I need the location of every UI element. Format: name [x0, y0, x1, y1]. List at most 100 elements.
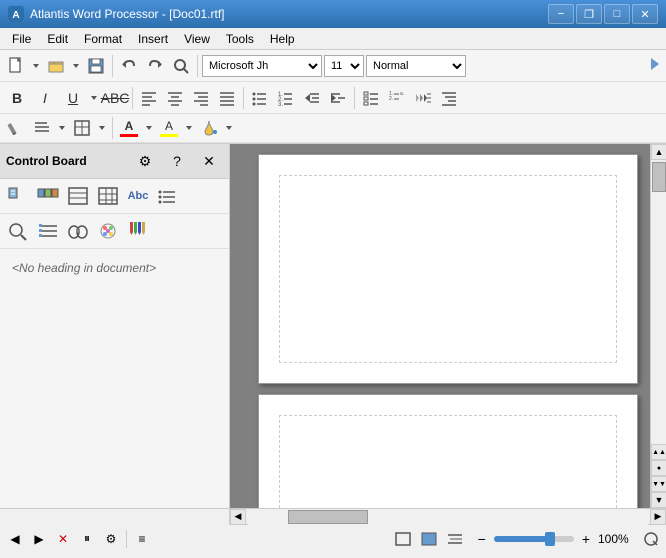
highlight-dropdown[interactable]: [183, 116, 195, 140]
scroll-up-button[interactable]: ▲: [651, 144, 666, 160]
titlebar: A Atlantis Word Processor - [Doc01.rtf] …: [0, 0, 666, 28]
numbered-list-button[interactable]: 1. 2. 3.: [274, 86, 298, 110]
menu-insert[interactable]: Insert: [130, 30, 176, 48]
cb-page-view-button[interactable]: [4, 183, 32, 209]
document-scroll-area[interactable]: [230, 144, 666, 508]
sb-stop-button[interactable]: ✕: [52, 529, 74, 549]
zoom-level-label: 100%: [598, 532, 634, 546]
font-size-select[interactable]: 11 8 9 10 12 14: [324, 55, 364, 77]
menu-view[interactable]: View: [176, 30, 218, 48]
justify-button[interactable]: [215, 86, 239, 110]
highlight-color-indicator: [160, 134, 178, 137]
open-dropdown[interactable]: [70, 54, 82, 78]
highlight-button[interactable]: A: [157, 116, 181, 140]
save-button[interactable]: [84, 54, 108, 78]
menu-format[interactable]: Format: [76, 30, 130, 48]
separator-3: [132, 87, 133, 109]
zoom-out-icon[interactable]: −: [478, 531, 486, 547]
control-board-title: Control Board: [6, 154, 87, 168]
para-marks-dropdown[interactable]: [56, 116, 68, 140]
menu-edit[interactable]: Edit: [39, 30, 76, 48]
restore-button[interactable]: ❐: [576, 4, 602, 24]
format-toolbar-extra[interactable]: [70, 116, 94, 140]
indent-increase-button[interactable]: [326, 86, 350, 110]
close-button[interactable]: ✕: [632, 4, 658, 24]
bold-button[interactable]: B: [4, 86, 30, 110]
sb-back-button[interactable]: ◀: [4, 529, 26, 549]
bullet-list-button[interactable]: [248, 86, 272, 110]
zoom-in-icon[interactable]: +: [582, 531, 590, 547]
scroll-center-button[interactable]: ●: [651, 460, 666, 476]
menu-file[interactable]: File: [4, 30, 39, 48]
new-dropdown[interactable]: [30, 54, 42, 78]
underline-dropdown[interactable]: [88, 86, 100, 110]
para-marks-button[interactable]: [30, 116, 54, 140]
hscroll-thumb[interactable]: [288, 510, 368, 524]
zoom-slider[interactable]: [494, 536, 574, 542]
separator-2: [197, 55, 198, 77]
paragraph-style-select[interactable]: Normal Heading 1 Heading 2 Heading 3: [366, 55, 466, 77]
paint-bucket-button[interactable]: [197, 116, 221, 140]
align-center-button[interactable]: [163, 86, 187, 110]
strikethrough-button[interactable]: ABC: [102, 86, 128, 110]
redo-button[interactable]: [143, 54, 167, 78]
sb-forward-button[interactable]: ▶: [28, 529, 50, 549]
sb-outline-view-button[interactable]: [444, 529, 466, 549]
statusbar: ◀ ▶ ✕ ⏸ ⚙ ≡ − + 100%: [0, 524, 666, 552]
cb-outline-button[interactable]: [64, 183, 92, 209]
hscroll-right-button[interactable]: ▶: [650, 509, 666, 525]
indent-decrease-button[interactable]: [300, 86, 324, 110]
cb-binoculars-button[interactable]: [64, 218, 92, 244]
cb-multipage-button[interactable]: [34, 183, 62, 209]
sb-settings-button[interactable]: ⚙: [100, 529, 122, 549]
document-wrapper[interactable]: ▲ ▲▲ ● ▼▼ ▼: [230, 144, 666, 508]
open-button[interactable]: [44, 54, 68, 78]
pen-tool-button[interactable]: [4, 116, 28, 140]
cb-list-button[interactable]: [154, 183, 182, 209]
minimize-button[interactable]: −: [548, 4, 574, 24]
format-extra-dropdown[interactable]: [96, 116, 108, 140]
cb-palette-button[interactable]: [94, 218, 122, 244]
scroll-page-up-button[interactable]: ▲▲: [651, 444, 666, 460]
sb-web-layout-button[interactable]: [418, 529, 440, 549]
cb-bookmarks-button[interactable]: [124, 218, 152, 244]
font-family-select[interactable]: Microsoft Jh Arial Times New Roman: [202, 55, 322, 77]
hscroll-track[interactable]: [248, 509, 648, 525]
sb-view-btn[interactable]: ≡: [131, 529, 153, 549]
sb-page-layout-button[interactable]: [392, 529, 414, 549]
cb-help-button[interactable]: ?: [163, 148, 191, 174]
cb-close-button[interactable]: ✕: [195, 148, 223, 174]
undo-button[interactable]: [117, 54, 141, 78]
font-color-button[interactable]: A: [117, 116, 141, 140]
align-left-button[interactable]: [137, 86, 161, 110]
cb-search-button[interactable]: [4, 218, 32, 244]
underline-button[interactable]: U: [60, 86, 86, 110]
multilevel-list-button[interactable]: [437, 86, 461, 110]
zoom-slider-thumb[interactable]: [545, 532, 555, 546]
menu-help[interactable]: Help: [262, 30, 303, 48]
sb-zoom-mode-button[interactable]: [640, 529, 662, 549]
vertical-scrollbar[interactable]: ▲ ▲▲ ● ▼▼ ▼: [650, 144, 666, 508]
scroll-down-button[interactable]: ▼: [651, 492, 666, 508]
cb-grid-button[interactable]: [34, 218, 62, 244]
maximize-button[interactable]: □: [604, 4, 630, 24]
list-levels-button[interactable]: [411, 86, 435, 110]
italic-button[interactable]: I: [32, 86, 58, 110]
sb-pause-button[interactable]: ⏸: [76, 529, 98, 549]
horizontal-scrollbar[interactable]: ◀ ▶: [0, 508, 666, 524]
font-color-dropdown[interactable]: [143, 116, 155, 140]
scroll-page-down-button[interactable]: ▼▼: [651, 476, 666, 492]
hscroll-left-button[interactable]: ◀: [230, 509, 246, 525]
list-options-button[interactable]: [359, 86, 383, 110]
paint-bucket-dropdown[interactable]: [223, 116, 235, 140]
scroll-thumb[interactable]: [652, 162, 666, 192]
find-button[interactable]: [169, 54, 193, 78]
new-button[interactable]: [4, 54, 28, 78]
align-right-button[interactable]: [189, 86, 213, 110]
cb-styles-button[interactable]: Abc: [124, 183, 152, 209]
cb-table-button[interactable]: [94, 183, 122, 209]
menu-tools[interactable]: Tools: [218, 30, 262, 48]
window-title: Atlantis Word Processor - [Doc01.rtf]: [30, 7, 225, 21]
numbering-options-button[interactable]: 1. 2. a.: [385, 86, 409, 110]
cb-settings-button[interactable]: ⚙: [131, 148, 159, 174]
